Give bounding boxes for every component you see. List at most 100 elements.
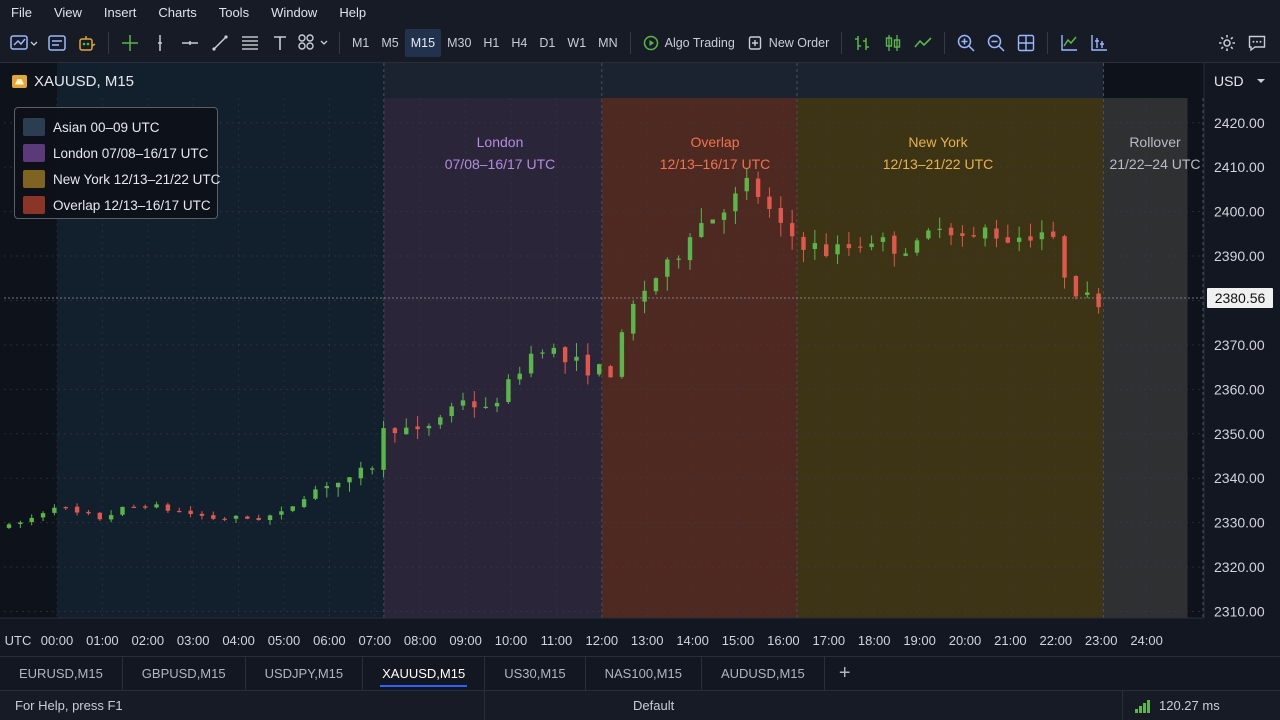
line-chart-button[interactable]	[908, 29, 938, 57]
candle-body	[903, 253, 908, 256]
new-order-button[interactable]: New Order	[741, 29, 835, 57]
tab-us30[interactable]: US30,M15	[485, 657, 586, 690]
candle-body	[211, 515, 216, 519]
legend-item-london: London 07/08–16/17 UTC	[23, 140, 209, 166]
candle-body	[199, 513, 205, 516]
candle-body	[994, 228, 999, 239]
timeframe-mn[interactable]: MN	[592, 29, 623, 57]
tab-nas100[interactable]: NAS100,M15	[586, 657, 702, 690]
time-tick-label: 04:00	[222, 633, 255, 648]
candle-body	[721, 212, 727, 220]
robot-icon	[79, 36, 96, 51]
auto-trade-button[interactable]	[72, 29, 102, 57]
connection-status[interactable]: 120.27 ms	[1135, 691, 1220, 720]
time-tick-label: 23:00	[1085, 633, 1118, 648]
timeframe-m1[interactable]: M1	[346, 29, 375, 57]
settings-button[interactable]	[1212, 29, 1242, 57]
legend-label: New York 12/13–21/22 UTC	[53, 171, 221, 187]
candle-body	[449, 406, 454, 417]
menu-file[interactable]: File	[0, 5, 43, 20]
horizontal-line-icon	[182, 41, 198, 45]
tile-windows-button[interactable]	[1011, 29, 1041, 57]
add-tab-button[interactable]: +	[825, 662, 865, 685]
price-tick-label: 2410.00	[1214, 159, 1265, 175]
candle-body	[63, 507, 68, 509]
fibonacci-icon	[242, 36, 258, 50]
menu-charts[interactable]: Charts	[147, 5, 207, 20]
text-tool-button[interactable]	[265, 29, 295, 57]
candle-body	[1016, 237, 1022, 242]
algo-trading-button[interactable]: Algo Trading	[637, 29, 741, 57]
price-tick-label: 2310.00	[1214, 604, 1265, 620]
session-label-overlap: Overlap	[690, 134, 739, 150]
candle-body	[665, 259, 670, 277]
trendline-button[interactable]	[205, 29, 235, 57]
legend-label: Asian 00–09 UTC	[53, 119, 160, 135]
candle-body	[267, 515, 273, 521]
menu-tools[interactable]: Tools	[208, 5, 260, 20]
zoom-out-button[interactable]	[981, 29, 1011, 57]
shapes-button[interactable]	[295, 29, 333, 57]
signal-bars-icon	[1135, 699, 1150, 713]
indicators-button[interactable]	[1054, 29, 1084, 57]
zoom-in-button[interactable]	[951, 29, 981, 57]
time-tick-label: 08:00	[404, 633, 437, 648]
zoom-in-icon	[957, 34, 975, 52]
timeframe-m15[interactable]: M15	[404, 29, 442, 57]
candle-body	[370, 468, 375, 470]
menu-insert[interactable]: Insert	[93, 5, 148, 20]
timeframe-h1[interactable]: H1	[477, 29, 505, 57]
timeframe-d1[interactable]: D1	[533, 29, 561, 57]
periodicity-separators-button[interactable]	[1084, 29, 1114, 57]
currency-selector[interactable]: USD	[1214, 72, 1266, 90]
candle-body	[1028, 236, 1033, 241]
gear-icon	[1219, 35, 1235, 51]
crosshair-button[interactable]	[115, 29, 145, 57]
candle-body	[74, 506, 80, 513]
timeframe-w1[interactable]: W1	[561, 29, 592, 57]
timeframe-m5[interactable]: M5	[375, 29, 404, 57]
timeframe-h4[interactable]: H4	[505, 29, 533, 57]
candlestick-button[interactable]	[878, 29, 908, 57]
candle-body	[1085, 292, 1090, 295]
price-tick-label: 2320.00	[1214, 559, 1265, 575]
price-axis[interactable]: 2310.00 2320.00 2330.00 2340.00 2350.00 2360.…	[1203, 63, 1280, 620]
tab-usdjpy[interactable]: USDJPY,M15	[246, 657, 364, 690]
toolbar-separator	[629, 32, 631, 54]
status-divider	[1122, 691, 1123, 720]
chart-type-button[interactable]	[6, 29, 42, 57]
time-axis[interactable]: UTC 00:00 01:00 02:00 03:00 04:00 05:00 06:00 07…	[0, 617, 1280, 656]
templates-button[interactable]	[42, 29, 72, 57]
menu-window[interactable]: Window	[260, 5, 328, 20]
candle-body	[1039, 232, 1045, 240]
tab-xauusd[interactable]: XAUUSD,M15	[363, 657, 486, 690]
play-icon	[643, 35, 658, 51]
bar-chart-button[interactable]	[848, 29, 878, 57]
session-hours-rollover: 21/22–24 UTC	[1109, 156, 1200, 172]
candle-body	[438, 417, 443, 425]
tab-audusd[interactable]: AUDUSD,M15	[702, 657, 825, 690]
candle-body	[177, 510, 182, 513]
vertical-line-button[interactable]	[145, 29, 175, 57]
time-tick-label: 05:00	[268, 633, 301, 648]
tab-eurusd[interactable]: EURUSD,M15	[0, 657, 123, 690]
timeframe-m30[interactable]: M30	[441, 29, 477, 57]
price-tick-label: 2390.00	[1214, 248, 1265, 264]
status-profile[interactable]: Default	[633, 691, 674, 720]
menu-view[interactable]: View	[43, 5, 93, 20]
candle-body	[1005, 237, 1010, 243]
menu-help[interactable]: Help	[328, 5, 377, 20]
fibonacci-button[interactable]	[235, 29, 265, 57]
candle-body	[733, 193, 738, 212]
candle-body	[960, 233, 965, 236]
legend-swatch	[23, 118, 45, 136]
candle-body	[131, 506, 137, 508]
crosshair-icon	[122, 35, 138, 51]
horizontal-line-button[interactable]	[175, 29, 205, 57]
line-chart-icon	[914, 37, 932, 48]
tab-gbpusd[interactable]: GBPUSD,M15	[123, 657, 246, 690]
chat-button[interactable]	[1242, 29, 1272, 57]
toolbar: M1 M5 M15 M30 H1 H4 D1 W1 MN Algo Tradin…	[0, 24, 1280, 63]
time-tick-label: 14:00	[676, 633, 709, 648]
candle-body	[631, 303, 636, 334]
